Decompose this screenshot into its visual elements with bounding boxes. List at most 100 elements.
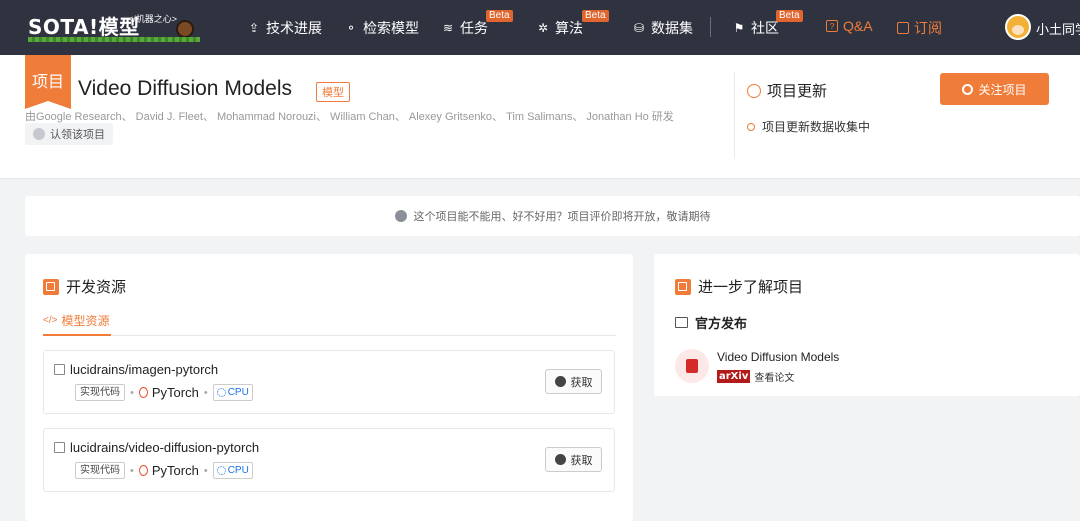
evaluation-notice: 这个项目能不能用、好不好用？项目评价即将开放，敬请期待	[25, 196, 1080, 236]
claim-label: 认领该项目	[50, 129, 105, 141]
repo-item[interactable]: lucidrains/imagen-pytorch 实现代码 • PyTorch…	[43, 350, 615, 414]
learn-more-title: 进一步了解项目	[675, 276, 803, 297]
nav-item-algorithms[interactable]: ✲ 算法 Beta	[536, 10, 609, 38]
nav-item-community[interactable]: ⚑ 社区 Beta	[732, 10, 803, 38]
project-header: 项目 Video Diffusion Models 模型 由Google Res…	[0, 55, 1080, 179]
tab-active-underline	[43, 334, 111, 336]
nav-label: 检索模型	[363, 20, 419, 36]
nav-divider	[710, 17, 711, 37]
code-icon: </>	[43, 315, 58, 326]
nav-label: 社区	[751, 20, 779, 36]
user-icon	[33, 128, 45, 140]
nav-label: 任务	[460, 20, 488, 36]
arxiv-logo-icon: arXiv	[717, 370, 751, 383]
repo-icon	[54, 442, 65, 453]
updates-title-text: 项目更新	[767, 83, 828, 100]
monitor-icon	[675, 317, 688, 328]
beta-badge: Beta	[582, 10, 609, 22]
get-code-button[interactable]: 获取	[545, 447, 602, 472]
status-dot-icon	[747, 122, 755, 131]
framework-tag: PyTorch	[138, 385, 199, 400]
framework-tag: PyTorch	[138, 463, 199, 478]
user-avatar[interactable]	[1005, 14, 1031, 40]
project-title: Video Diffusion Models	[78, 77, 293, 100]
project-authors: 由Google Research、 David J. Fleet、 Mohamm…	[25, 111, 674, 123]
nav-item-datasets[interactable]: ⛁ 数据集	[632, 18, 693, 38]
paper-source[interactable]: arXiv 查看论文	[717, 369, 794, 384]
get-code-button[interactable]: 获取	[545, 369, 602, 394]
repo-name-text: lucidrains/video-diffusion-pytorch	[70, 440, 260, 455]
updates-status-text: 项目更新数据收集中	[762, 120, 871, 134]
repo-tags: 实现代码 • PyTorch • CPU	[75, 462, 253, 479]
separator: •	[130, 386, 134, 399]
code-chip: 实现代码	[75, 384, 125, 401]
separator: •	[130, 464, 134, 477]
separator: •	[203, 386, 208, 399]
follow-project-button[interactable]: 关注项目	[940, 73, 1049, 105]
model-search-icon: ⚬	[345, 21, 357, 35]
repo-name-text: lucidrains/imagen-pytorch	[70, 362, 219, 377]
paper-title[interactable]: Video Diffusion Models	[717, 350, 839, 364]
dev-resources-title-text: 开发资源	[66, 279, 127, 296]
view-paper-link[interactable]: 查看论文	[754, 369, 794, 384]
algorithm-icon: ✲	[537, 21, 549, 35]
dev-resources-card: 开发资源 </> 模型资源 lucidrains/imagen-pytorch …	[25, 254, 633, 521]
cpu-icon	[216, 388, 226, 397]
project-ribbon: 项目	[25, 55, 71, 109]
updates-title: 项目更新	[747, 80, 827, 101]
get-label: 获取	[570, 454, 593, 467]
bookmark-icon	[897, 22, 909, 34]
claim-project-button[interactable]: 认领该项目	[25, 123, 113, 145]
chat-bubble-icon	[747, 83, 761, 98]
user-name[interactable]: 小土同学	[1036, 19, 1080, 38]
repo-item[interactable]: lucidrains/video-diffusion-pytorch 实现代码 …	[43, 428, 615, 492]
follow-label: 关注项目	[978, 82, 1027, 97]
tab-model-resources[interactable]: </> 模型资源	[43, 312, 109, 329]
repo-tags: 实现代码 • PyTorch • CPU	[75, 384, 253, 401]
nav-item-tech-progress[interactable]: ⇪ 技术进展	[247, 18, 322, 38]
repo-name[interactable]: lucidrains/video-diffusion-pytorch	[54, 440, 259, 455]
qa-icon: ?	[826, 20, 838, 32]
nav-item-qa[interactable]: ? Q&A	[826, 18, 873, 34]
top-navbar: SOTA!模型 </机器之心> ⇪ 技术进展 ⚬ 检索模型 ≋ 任务 Beta …	[0, 0, 1080, 55]
site-logo[interactable]: SOTA!模型 </机器之心>	[28, 10, 200, 42]
nav-item-subscribe[interactable]: 订阅	[897, 18, 942, 38]
pytorch-icon	[138, 465, 148, 476]
learn-more-title-text: 进一步了解项目	[698, 279, 804, 296]
nav-label: 订阅	[914, 20, 942, 36]
code-chip: 实现代码	[75, 462, 125, 479]
repo-name[interactable]: lucidrains/imagen-pytorch	[54, 362, 218, 377]
logo-subtitle: </机器之心>	[128, 14, 178, 24]
get-label: 获取	[570, 376, 593, 389]
beta-badge: Beta	[776, 10, 803, 22]
device-tag: CPU	[212, 462, 253, 479]
logo-text: SOTA!模型	[28, 15, 140, 39]
official-release-text: 官方发布	[695, 316, 748, 331]
nav-label: 数据集	[651, 20, 693, 36]
nav-label: 技术进展	[266, 20, 322, 36]
beta-badge: Beta	[486, 10, 513, 22]
official-release-title: 官方发布	[675, 313, 747, 332]
resources-icon	[43, 278, 59, 295]
nav-item-search-models[interactable]: ⚬ 检索模型	[344, 18, 419, 38]
repo-icon	[54, 364, 65, 375]
device-name: CPU	[227, 387, 249, 398]
logo-grass-decoration	[28, 37, 200, 42]
flag-icon: ⚑	[733, 21, 745, 35]
nav-item-tasks[interactable]: ≋ 任务 Beta	[441, 10, 513, 38]
device-name: CPU	[227, 465, 249, 476]
model-tag: 模型	[316, 82, 350, 102]
cpu-icon	[216, 466, 226, 475]
notice-text: 这个项目能不能用、好不好用？项目评价即将开放，敬请期待	[413, 211, 711, 223]
header-divider	[734, 72, 735, 159]
book-icon	[675, 278, 691, 295]
separator: •	[203, 464, 208, 477]
device-tag: CPU	[212, 384, 253, 401]
paper-icon	[675, 349, 709, 383]
layers-icon: ≋	[442, 21, 454, 35]
follow-icon	[962, 83, 974, 95]
tab-label: 模型资源	[61, 314, 110, 328]
updates-status: 项目更新数据收集中	[747, 118, 870, 135]
framework-name: PyTorch	[151, 385, 199, 400]
tab-divider	[43, 335, 616, 336]
